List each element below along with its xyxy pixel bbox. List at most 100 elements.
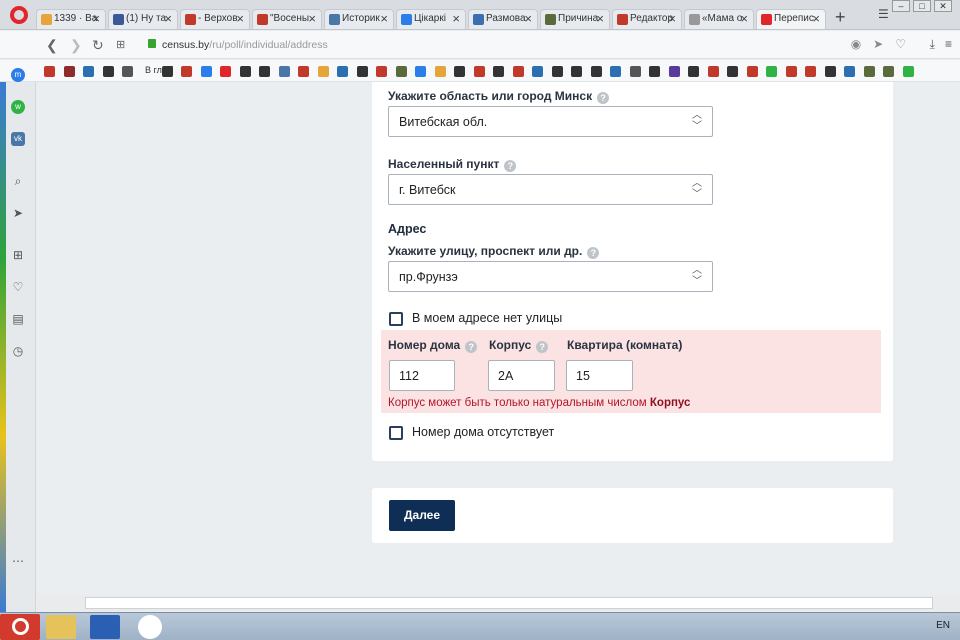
tab-close-icon[interactable]: × — [308, 11, 316, 26]
bookmark-favicon-icon[interactable] — [863, 66, 875, 77]
bookmark-favicon-icon[interactable] — [493, 66, 504, 77]
bookmark-favicon-icon[interactable] — [883, 66, 894, 77]
region-select[interactable]: Витебская обл. ︿ ﹀ — [388, 106, 713, 137]
browser-tab[interactable]: 1339 · Ва × — [36, 9, 106, 29]
yandex-browser-icon[interactable] — [138, 615, 162, 639]
bookmark-favicon-icon[interactable] — [688, 66, 699, 77]
bookmark-favicon-icon[interactable] — [181, 66, 192, 77]
browser-tab[interactable]: Перепис × — [756, 9, 826, 29]
maximize-icon[interactable]: □ — [913, 0, 931, 12]
download-icon[interactable]: ⤓ — [930, 37, 935, 52]
bookmark-favicon-icon[interactable] — [766, 66, 777, 77]
bookmark-favicon-icon[interactable] — [278, 66, 290, 77]
minimize-icon[interactable]: – — [892, 0, 910, 12]
next-button[interactable]: Далее — [389, 500, 455, 531]
bookmark-favicon-icon[interactable] — [727, 66, 738, 77]
vk-icon[interactable]: vk — [11, 132, 25, 146]
reload-icon[interactable]: ↻ — [92, 37, 104, 54]
back-icon[interactable]: ❮ — [46, 37, 58, 54]
browser-tab[interactable]: Историк × — [324, 9, 394, 29]
bookmark-favicon-icon[interactable] — [220, 66, 231, 77]
news-icon[interactable]: ▤ — [11, 312, 25, 326]
browser-tab[interactable]: Причина × — [540, 9, 610, 29]
bookmark-favicon-icon[interactable] — [668, 66, 680, 77]
bookmark-favicon-icon[interactable] — [571, 66, 582, 77]
locality-select[interactable]: г. Витебск ︿ ﹀ — [388, 174, 713, 205]
bookmark-favicon-icon[interactable] — [454, 66, 465, 77]
messenger-icon[interactable]: m — [11, 68, 25, 82]
speed-dial-icon[interactable]: ⊞ — [116, 38, 125, 51]
bookmark-favicon-icon[interactable] — [122, 66, 133, 77]
apps-grid-icon[interactable]: ⊞ — [11, 248, 25, 262]
bookmark-favicon-icon[interactable] — [532, 66, 543, 77]
more-dots-icon[interactable]: ⋯ — [11, 554, 25, 568]
horizontal-scrollbar[interactable] — [37, 595, 960, 611]
menu-icon[interactable]: ≡ — [945, 37, 952, 52]
help-icon[interactable]: ? — [504, 160, 517, 172]
bookmark-favicon-icon[interactable] — [239, 66, 251, 77]
tray-language[interactable]: EN — [936, 620, 950, 631]
tab-close-icon[interactable]: × — [596, 11, 604, 26]
bookmark-favicon-icon[interactable] — [590, 66, 602, 77]
no-house-checkbox[interactable] — [389, 426, 403, 440]
help-icon[interactable]: ? — [587, 247, 600, 259]
tab-close-icon[interactable]: × — [452, 11, 460, 26]
browser-tab[interactable]: (1) Ну та × — [108, 9, 178, 29]
apartment-input[interactable]: 15 — [566, 360, 633, 391]
url-field[interactable]: census.by/ru/poll/individual/address — [162, 39, 328, 51]
bookmark-favicon-icon[interactable] — [44, 66, 55, 77]
whatsapp-icon[interactable]: w — [11, 100, 25, 114]
camera-icon[interactable]: ◉ — [851, 37, 861, 51]
bookmark-label[interactable]: В глыб — [145, 65, 173, 75]
new-tab-button[interactable]: + — [835, 7, 846, 28]
bookmark-favicon-icon[interactable] — [707, 66, 719, 77]
bookmark-favicon-icon[interactable] — [629, 66, 641, 77]
bookmark-favicon-icon[interactable] — [844, 66, 855, 77]
bookmark-favicon-icon[interactable] — [298, 66, 309, 77]
bookmark-favicon-icon[interactable] — [785, 66, 797, 77]
opera-menu-icon[interactable] — [10, 6, 28, 24]
bookmark-favicon-icon[interactable] — [415, 66, 426, 77]
bookmark-favicon-icon[interactable] — [473, 66, 485, 77]
favorites-heart-icon[interactable]: ♡ — [11, 280, 25, 294]
search-icon[interactable]: ⌕ — [11, 174, 25, 188]
bookmark-favicon-icon[interactable] — [649, 66, 660, 77]
building-input[interactable]: 2А — [488, 360, 555, 391]
bookmark-favicon-icon[interactable] — [610, 66, 621, 77]
no-street-checkbox[interactable] — [389, 312, 403, 326]
bookmark-favicon-icon[interactable] — [395, 66, 407, 77]
close-window-icon[interactable]: ✕ — [934, 0, 952, 12]
send-icon[interactable]: ➤ — [11, 206, 25, 220]
tab-close-icon[interactable]: × — [812, 11, 820, 26]
bookmark-favicon-icon[interactable] — [512, 66, 524, 77]
heart-icon[interactable]: ♡ — [895, 37, 906, 51]
tab-menu-icon[interactable]: ☰ — [878, 7, 889, 21]
tab-close-icon[interactable]: × — [380, 11, 388, 26]
word-icon[interactable] — [90, 615, 120, 639]
bookmark-favicon-icon[interactable] — [356, 66, 368, 77]
bookmark-favicon-icon[interactable] — [902, 66, 914, 77]
bookmark-favicon-icon[interactable] — [805, 66, 816, 77]
bookmark-favicon-icon[interactable] — [824, 66, 836, 77]
browser-tab[interactable]: «Мама о × — [684, 9, 754, 29]
tab-close-icon[interactable]: × — [524, 11, 532, 26]
bookmark-favicon-icon[interactable] — [551, 66, 563, 77]
tab-close-icon[interactable]: × — [92, 11, 100, 26]
street-select[interactable]: пр.Фрунзэ ︿ ﹀ — [388, 261, 713, 292]
bookmark-favicon-icon[interactable] — [434, 66, 446, 77]
file-explorer-icon[interactable] — [46, 615, 76, 639]
scrollbar-thumb[interactable] — [85, 597, 933, 609]
bookmark-favicon-icon[interactable] — [200, 66, 212, 77]
bookmark-favicon-icon[interactable] — [746, 66, 758, 77]
browser-tab[interactable]: Размова × — [468, 9, 538, 29]
forward-icon[interactable]: ❯ — [70, 37, 82, 54]
help-icon[interactable]: ? — [536, 341, 549, 353]
house-input[interactable]: 112 — [389, 360, 455, 391]
browser-tab[interactable]: "Восены × — [252, 9, 322, 29]
browser-tab[interactable]: - Верхов × — [180, 9, 250, 29]
bookmark-favicon-icon[interactable] — [317, 66, 329, 77]
opera-taskbar-button[interactable] — [0, 614, 40, 640]
browser-tab[interactable]: Редактор × — [612, 9, 682, 29]
tab-close-icon[interactable]: × — [668, 11, 676, 26]
tab-close-icon[interactable]: × — [740, 11, 748, 26]
